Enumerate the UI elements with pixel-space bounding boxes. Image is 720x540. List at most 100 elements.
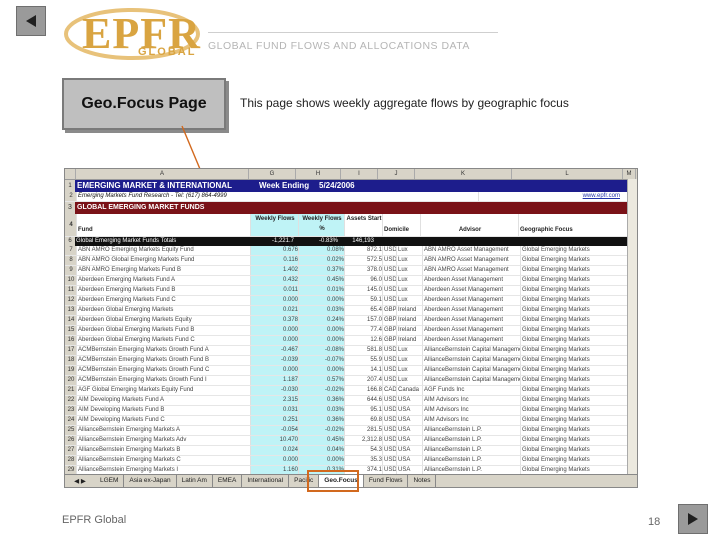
- cell-assets: 55.9: [345, 356, 383, 365]
- cell-currency: USD: [384, 276, 397, 285]
- row-number: 14: [65, 316, 77, 325]
- cell-domicile: Lux: [397, 376, 423, 385]
- cell-domicile: USA: [397, 426, 423, 435]
- table-row[interactable]: 22 AIM Developing Markets Fund A 2.315 0.36…: [65, 396, 637, 406]
- table-row[interactable]: 24 AIM Developing Markets Fund C 0.251 0.36…: [65, 416, 637, 426]
- cell-assets: 59.1: [345, 296, 383, 305]
- sheet-link[interactable]: www.epfr.com: [479, 192, 620, 201]
- tab-scroll-arrows-icon[interactable]: ◀ ▶: [65, 477, 95, 485]
- cell-manager: ABN AMRO Asset Management: [423, 256, 521, 265]
- cell-flows-pct: 0.00%: [299, 456, 345, 465]
- cell-currency: GBP: [384, 306, 397, 315]
- col-label-flows: Weekly Flows: [251, 214, 299, 236]
- cell-currency: GBP: [384, 326, 397, 335]
- sheet-tab[interactable]: International: [242, 475, 290, 487]
- table-row[interactable]: 14 Aberdeen Global Emerging Markets Equit…: [65, 316, 637, 326]
- cell-currency: CAD: [384, 386, 397, 395]
- cell-domicile: USA: [397, 416, 423, 425]
- table-row[interactable]: 12 Aberdeen Emerging Markets Fund C 0.000 0…: [65, 296, 637, 306]
- sheet-tab[interactable]: EMEA: [213, 475, 243, 487]
- table-row[interactable]: 8 ABN AMRO Global Emerging Markets Fund 0.…: [65, 256, 637, 266]
- row-number: 15: [65, 326, 77, 335]
- cell-flows-pct: -0.07%: [299, 356, 345, 365]
- row-number: 18: [65, 356, 77, 365]
- cell-geo: Global Emerging Markets: [521, 316, 633, 325]
- cell-geo: Global Emerging Markets: [521, 246, 633, 255]
- cell-geo: Global Emerging Markets: [521, 456, 633, 465]
- table-row[interactable]: 26 AllianceBernstein Emerging Markets Adv…: [65, 436, 637, 446]
- cell-geo: Global Emerging Markets: [521, 376, 633, 385]
- cell-flows: 0.000: [251, 336, 299, 345]
- table-row[interactable]: 10 Aberdeen Emerging Markets Fund A 0.432 0…: [65, 276, 637, 286]
- cell-manager: Aberdeen Asset Management: [423, 296, 521, 305]
- vertical-scrollbar[interactable]: [627, 179, 637, 475]
- table-row[interactable]: 18 ACMBernstein Emerging Markets Growth F…: [65, 356, 637, 366]
- spreadsheet-window[interactable]: A G H I J K L M 1 EMERGING MARKET & INTE…: [64, 168, 638, 488]
- cell-domicile: Ireland: [397, 316, 423, 325]
- row-number: 11: [65, 286, 77, 295]
- cell-manager: ABN AMRO Asset Management: [423, 266, 521, 275]
- cell-assets: 378.0: [345, 266, 383, 275]
- cell-flows-pct: -0.02%: [299, 386, 345, 395]
- table-row[interactable]: 19 ACMBernstein Emerging Markets Growth F…: [65, 366, 637, 376]
- table-row[interactable]: 21 AGF Global Emerging Markets Equity Fun…: [65, 386, 637, 396]
- row-number: 9: [65, 266, 77, 275]
- table-row[interactable]: 27 AllianceBernstein Emerging Markets B 0.…: [65, 446, 637, 456]
- cell-flows: 0.000: [251, 296, 299, 305]
- cell-domicile: Lux: [397, 256, 423, 265]
- sheet-title: EMERGING MARKET & INTERNATIONAL: [77, 181, 232, 190]
- sheet-tab[interactable]: Asia ex-Japan: [124, 475, 177, 487]
- cell-flows: 0.021: [251, 306, 299, 315]
- table-row[interactable]: 13 Aberdeen Global Emerging Markets 0.021 0…: [65, 306, 637, 316]
- cell-currency: USD: [384, 296, 397, 305]
- table-row[interactable]: 16 Aberdeen Global Emerging Markets Fund …: [65, 336, 637, 346]
- cell-manager: AIM Advisors Inc: [423, 416, 521, 425]
- cell-flows: 0.432: [251, 276, 299, 285]
- triangle-right-icon: [688, 513, 698, 525]
- cell-geo: Global Emerging Markets: [521, 426, 633, 435]
- table-row[interactable]: 28 AllianceBernstein Emerging Markets C 0.…: [65, 456, 637, 466]
- cell-manager: Aberdeen Asset Management: [423, 276, 521, 285]
- col-letter: H: [296, 169, 341, 179]
- cell-fund: ACMBernstein Emerging Markets Growth Fun…: [77, 346, 251, 355]
- sheet-tab[interactable]: Notes: [408, 475, 437, 487]
- cell-assets: 77.4: [345, 326, 383, 335]
- col-letter: I: [341, 169, 378, 179]
- cell-fund: ACMBernstein Emerging Markets Growth Fun…: [77, 366, 251, 375]
- table-row[interactable]: 17 ACMBernstein Emerging Markets Growth F…: [65, 346, 637, 356]
- table-row[interactable]: 11 Aberdeen Emerging Markets Fund B 0.011 0…: [65, 286, 637, 296]
- cell-assets: 145.0: [345, 286, 383, 295]
- cell-manager: AllianceBernstein L.P.: [423, 426, 521, 435]
- table-row[interactable]: 23 AIM Developing Markets Fund B 0.031 0.03…: [65, 406, 637, 416]
- active-tab-highlight: [307, 470, 359, 492]
- page-number: 18: [648, 516, 661, 528]
- cell-currency: USD: [384, 436, 397, 445]
- cell-currency: GBP: [384, 316, 397, 325]
- sheet-tab[interactable]: Latin Am: [177, 475, 213, 487]
- cell-fund: AllianceBernstein Emerging Markets B: [77, 446, 251, 455]
- cell-assets: 2,312.8: [345, 436, 383, 445]
- cell-manager: Aberdeen Asset Management: [423, 306, 521, 315]
- cell-currency: USD: [384, 396, 397, 405]
- cell-flows: 0.000: [251, 366, 299, 375]
- cell-manager: Aberdeen Asset Management: [423, 316, 521, 325]
- col-letter: A: [76, 169, 249, 179]
- cell-assets: 96.0: [345, 276, 383, 285]
- cell-geo: Global Emerging Markets: [521, 346, 633, 355]
- cell-assets: 54.3: [345, 446, 383, 455]
- cell-fund: AGF Global Emerging Markets Equity Fund: [77, 386, 251, 395]
- sheet-tab[interactable]: Fund Flows: [364, 475, 409, 487]
- cell-manager: AGF Funds Inc: [423, 386, 521, 395]
- table-row[interactable]: 25 AllianceBernstein Emerging Markets A -0…: [65, 426, 637, 436]
- nav-forward-button[interactable]: [678, 504, 708, 534]
- cell-currency: USD: [384, 356, 397, 365]
- table-row[interactable]: 15 Aberdeen Global Emerging Markets Fund …: [65, 326, 637, 336]
- cell-fund: Aberdeen Emerging Markets Fund A: [77, 276, 251, 285]
- table-row[interactable]: 9 ABN AMRO Emerging Markets Fund B 1.402 0.…: [65, 266, 637, 276]
- row-number: 19: [65, 366, 77, 375]
- table-row[interactable]: 7 ABN AMRO Emerging Markets Equity Fund 0.…: [65, 246, 637, 256]
- cell-fund: AllianceBernstein Emerging Markets C: [77, 456, 251, 465]
- table-row[interactable]: 20 ACMBernstein Emerging Markets Growth F…: [65, 376, 637, 386]
- cell-domicile: Lux: [397, 286, 423, 295]
- sheet-tab[interactable]: LGEM: [95, 475, 125, 487]
